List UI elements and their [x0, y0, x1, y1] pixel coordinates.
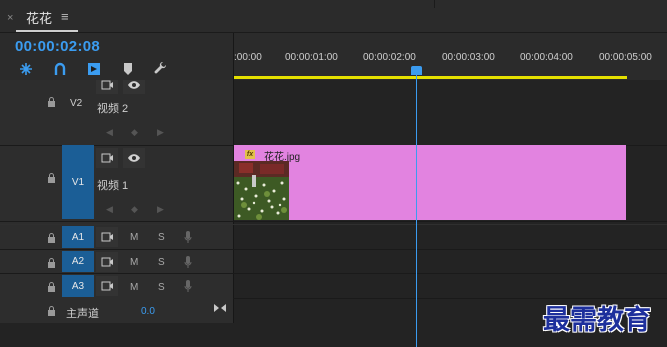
lock-icon[interactable]	[47, 233, 56, 243]
voice-over-mic-icon[interactable]	[184, 255, 192, 269]
panel-menu-icon[interactable]: ≡	[61, 9, 69, 24]
ruler-tick-label: 00:00:04:00	[520, 52, 573, 63]
film-icon[interactable]	[101, 281, 114, 291]
track-target-v1[interactable]: V1	[62, 145, 94, 219]
track-target-a1[interactable]: A1	[62, 226, 94, 248]
add-marker-icon[interactable]	[120, 62, 136, 76]
master-track-label: 主声道	[66, 308, 99, 320]
master-volume-value[interactable]: 0.0	[141, 306, 155, 317]
solo-button[interactable]: S	[158, 232, 165, 243]
voice-over-mic-icon[interactable]	[184, 230, 192, 244]
eye-icon[interactable]	[127, 80, 141, 90]
watermark-logo: 最需教育	[543, 305, 651, 336]
active-tab-indicator	[16, 30, 78, 32]
track-id-a2: A2	[71, 256, 85, 267]
prev-keyframe-icon[interactable]: ◀	[106, 204, 113, 215]
ruler-tick-label: 00:00:03:00	[442, 52, 495, 63]
add-keyframe-icon[interactable]: ◆	[131, 127, 138, 138]
lock-icon[interactable]	[47, 282, 56, 292]
voice-over-mic-icon[interactable]	[184, 279, 192, 293]
film-icon[interactable]	[101, 80, 114, 90]
film-icon[interactable]	[101, 257, 114, 267]
insert-nest-icon[interactable]	[86, 62, 102, 76]
solo-button[interactable]: S	[158, 282, 165, 293]
next-keyframe-icon[interactable]: ▶	[157, 204, 164, 215]
master-track-header	[0, 298, 233, 323]
mute-button[interactable]: M	[130, 282, 138, 293]
snap-icon[interactable]	[18, 62, 34, 76]
wrench-settings-icon[interactable]	[153, 62, 169, 76]
go-to-in-out-icon[interactable]	[214, 303, 226, 313]
lock-icon[interactable]	[47, 97, 56, 107]
lock-icon[interactable]	[47, 258, 56, 268]
clip-thumbnail	[234, 161, 289, 220]
prev-keyframe-icon[interactable]: ◀	[106, 127, 113, 138]
track-divider	[0, 221, 667, 222]
add-keyframe-icon[interactable]: ◆	[131, 204, 138, 215]
solo-button[interactable]: S	[158, 257, 165, 268]
track-name-v2: 视频 2	[97, 103, 129, 115]
linked-selection-icon[interactable]	[52, 62, 68, 76]
lock-icon[interactable]	[47, 306, 56, 316]
playhead-line[interactable]	[416, 70, 417, 347]
ruler-tick-label: 00:00:05:00	[599, 52, 652, 63]
panel-divider	[434, 0, 435, 8]
close-tab-icon[interactable]: ×	[7, 12, 13, 24]
track-id-v2[interactable]: V2	[70, 98, 82, 109]
track-divider	[0, 249, 667, 250]
track-target-a3[interactable]: A3	[62, 275, 94, 297]
ruler-tick-label: 00:00:02:00	[363, 52, 416, 63]
eye-icon[interactable]	[127, 153, 141, 163]
track-name-v1: 视频 1	[97, 180, 129, 192]
playhead-handle[interactable]	[411, 66, 422, 75]
fx-badge[interactable]: fx	[245, 150, 255, 159]
track-id-a1: A1	[71, 231, 85, 243]
track-id-v1: V1	[71, 176, 85, 188]
mute-button[interactable]: M	[130, 257, 138, 268]
mute-button[interactable]: M	[130, 232, 138, 243]
film-icon[interactable]	[101, 153, 114, 163]
ruler-tick-label: 00:00:01:00	[285, 52, 338, 63]
lock-icon[interactable]	[47, 173, 56, 183]
playhead-timecode[interactable]: 00:00:02:08	[15, 38, 100, 55]
track-divider	[0, 224, 667, 225]
track-id-a3: A3	[71, 280, 85, 292]
next-keyframe-icon[interactable]: ▶	[157, 127, 164, 138]
track-divider	[0, 273, 667, 274]
sequence-tab-bar: × 花花 ≡	[0, 0, 667, 33]
ruler-tick-label: :00:00	[234, 52, 262, 63]
track-target-a2[interactable]: A2	[62, 251, 94, 272]
sequence-tab-title[interactable]: 花花	[26, 8, 52, 27]
work-area-bar[interactable]	[234, 76, 627, 79]
film-icon[interactable]	[101, 232, 114, 242]
